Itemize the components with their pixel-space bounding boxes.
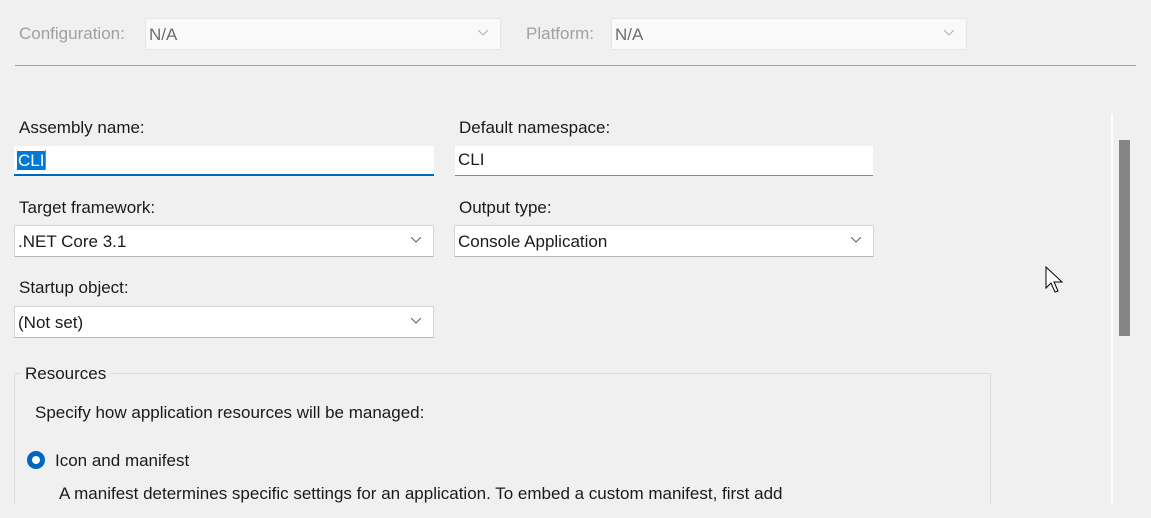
scrollbar-track[interactable] — [1111, 114, 1113, 504]
target-framework-value: .NET Core 3.1 — [18, 232, 127, 251]
assembly-name-value: CLI — [17, 151, 46, 170]
resources-description: Specify how application resources will b… — [35, 403, 425, 422]
configuration-label: Configuration: — [19, 24, 125, 43]
target-framework-dropdown[interactable]: .NET Core 3.1 — [14, 225, 434, 257]
chevron-down-icon — [411, 318, 421, 324]
resources-group-title: Resources — [21, 364, 111, 384]
default-namespace-input[interactable]: CLI — [455, 146, 873, 176]
startup-object-label: Startup object: — [19, 278, 129, 297]
default-namespace-label: Default namespace: — [459, 118, 611, 137]
assembly-name-label: Assembly name: — [19, 118, 145, 137]
output-type-value: Console Application — [458, 232, 608, 251]
mouse-cursor-icon — [1045, 266, 1064, 293]
configuration-dropdown[interactable]: N/A — [145, 18, 501, 50]
platform-value: N/A — [615, 25, 644, 44]
output-type-label: Output type: — [459, 198, 552, 217]
assembly-name-input[interactable]: CLI — [14, 146, 434, 176]
platform-label: Platform: — [526, 24, 595, 43]
radio-selected-icon[interactable] — [27, 451, 45, 469]
default-namespace-value: CLI — [458, 150, 485, 169]
target-framework-label: Target framework: — [19, 198, 156, 217]
startup-object-dropdown[interactable]: (Not set) — [14, 306, 434, 338]
toolbar-divider — [15, 65, 1136, 66]
chevron-down-icon — [944, 30, 954, 36]
text-caret — [45, 150, 47, 170]
startup-object-value: (Not set) — [18, 313, 84, 332]
platform-dropdown[interactable]: N/A — [611, 18, 967, 50]
chevron-down-icon — [851, 237, 861, 243]
configuration-value: N/A — [149, 25, 178, 44]
chevron-down-icon — [411, 237, 421, 243]
output-type-dropdown[interactable]: Console Application — [454, 225, 874, 257]
icon-and-manifest-label: Icon and manifest — [55, 451, 190, 470]
icon-and-manifest-radio[interactable]: Icon and manifest — [27, 451, 217, 473]
manifest-help-text: A manifest determines specific settings … — [59, 484, 783, 503]
scrollbar-thumb[interactable] — [1119, 140, 1130, 336]
chevron-down-icon — [478, 30, 488, 36]
